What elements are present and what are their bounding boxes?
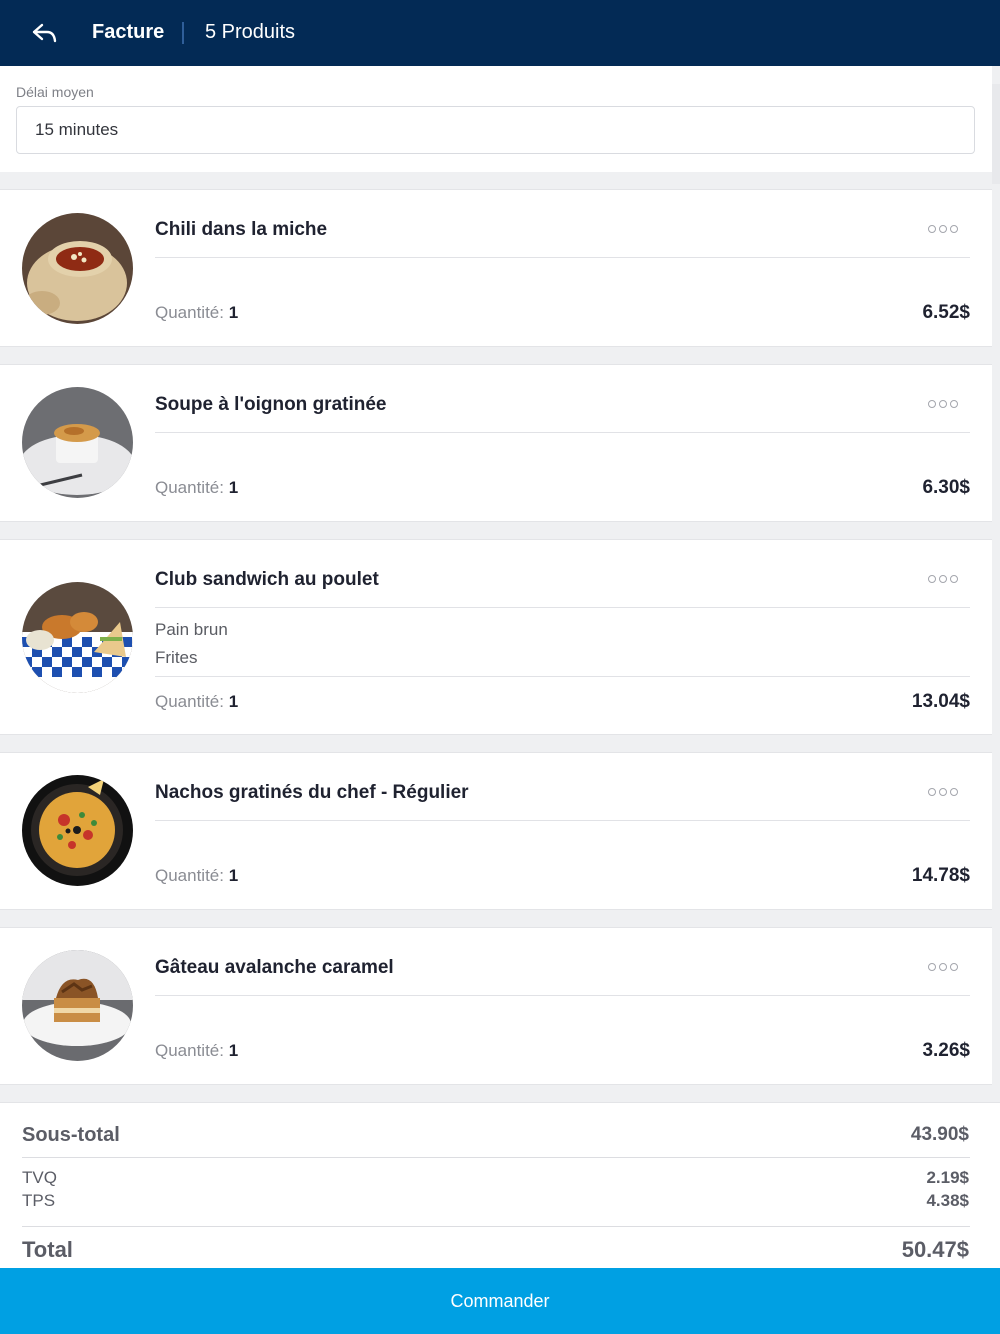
- item-name: Nachos gratinés du chef - Régulier: [155, 782, 469, 803]
- order-item: Gâteau avalanche caramel Quantité: 1 3.2…: [0, 927, 992, 1085]
- item-price: 6.52$: [922, 302, 970, 323]
- item-name: Gâteau avalanche caramel: [155, 957, 394, 978]
- caramel-cake-photo: [22, 950, 133, 1061]
- product-count: 5 Produits: [205, 21, 296, 43]
- order-button[interactable]: Commander: [0, 1268, 1000, 1334]
- quantity-value: 1: [228, 303, 239, 322]
- quantity-label: Quantité:: [155, 303, 224, 322]
- item-quantity: Quantité: 1: [155, 303, 238, 323]
- item-price: 13.04$: [911, 691, 970, 712]
- more-options-icon[interactable]: [928, 394, 968, 414]
- order-item: Chili dans la miche Quantité: 1 6.52$: [0, 189, 992, 347]
- total-label: Total: [22, 1237, 73, 1262]
- item-name: Chili dans la miche: [155, 219, 328, 240]
- item-price: 6.30$: [922, 477, 970, 498]
- more-options-icon[interactable]: [928, 219, 968, 239]
- totals-divider: [22, 1157, 970, 1158]
- item-divider: [155, 820, 970, 821]
- order-item: Soupe à l'oignon gratinée Quantité: 1 6.…: [0, 364, 992, 522]
- totals-panel: Sous-total 43.90$ TVQ 2.19$ TPS 4.38$ To…: [0, 1102, 1000, 1268]
- total-value: 50.47$: [901, 1237, 969, 1262]
- item-divider: [155, 995, 970, 996]
- item-divider: [155, 257, 970, 258]
- item-quantity: Quantité: 1: [155, 478, 238, 498]
- item-name: Soupe à l'oignon gratinée: [155, 394, 387, 415]
- tps-label: TPS: [22, 1191, 56, 1210]
- order-item: Nachos gratinés du chef - Régulier Quant…: [0, 752, 992, 910]
- quantity-label: Quantité:: [155, 692, 224, 711]
- item-price: 14.78$: [911, 865, 970, 886]
- back-icon[interactable]: [30, 18, 60, 48]
- more-options-icon[interactable]: [928, 569, 968, 589]
- order-item: Club sandwich au poulet Pain brun Frites…: [0, 539, 992, 735]
- subtotal-label: Sous-total: [22, 1124, 120, 1146]
- quantity-label: Quantité:: [155, 478, 224, 497]
- more-options-icon[interactable]: [928, 957, 968, 977]
- delay-field[interactable]: [16, 106, 975, 154]
- quantity-value: 1: [228, 692, 239, 711]
- quantity-value: 1: [228, 478, 239, 497]
- delay-label: Délai moyen: [16, 84, 94, 100]
- item-divider: [155, 676, 970, 677]
- quantity-value: 1: [228, 1041, 239, 1060]
- item-divider: [155, 432, 970, 433]
- club-sandwich-photo: [22, 582, 133, 693]
- item-quantity: Quantité: 1: [155, 1041, 238, 1061]
- item-option: Pain brun: [155, 620, 228, 639]
- header-separator: [182, 22, 184, 44]
- delay-section: Délai moyen: [0, 66, 992, 172]
- tvq-value: 2.19$: [926, 1168, 969, 1187]
- page-title: Facture: [92, 21, 165, 43]
- item-quantity: Quantité: 1: [155, 692, 238, 712]
- quantity-label: Quantité:: [155, 866, 224, 885]
- item-quantity: Quantité: 1: [155, 866, 238, 886]
- subtotal-value: 43.90$: [910, 1124, 969, 1145]
- item-option: Frites: [155, 648, 198, 667]
- nachos-photo: [22, 775, 133, 886]
- more-options-icon[interactable]: [928, 782, 968, 802]
- tvq-label: TVQ: [22, 1168, 57, 1187]
- quantity-value: 1: [228, 866, 239, 885]
- item-divider: [155, 607, 970, 608]
- tps-value: 4.38$: [926, 1191, 969, 1210]
- quantity-label: Quantité:: [155, 1041, 224, 1060]
- top-bar: Facture 5 Produits: [0, 0, 1000, 66]
- chili-bread-bowl-photo: [22, 213, 133, 324]
- totals-divider: [22, 1226, 970, 1227]
- onion-soup-photo: [22, 387, 133, 498]
- scrollbar[interactable]: [992, 84, 1000, 184]
- item-name: Club sandwich au poulet: [155, 569, 379, 590]
- item-price: 3.26$: [922, 1040, 970, 1061]
